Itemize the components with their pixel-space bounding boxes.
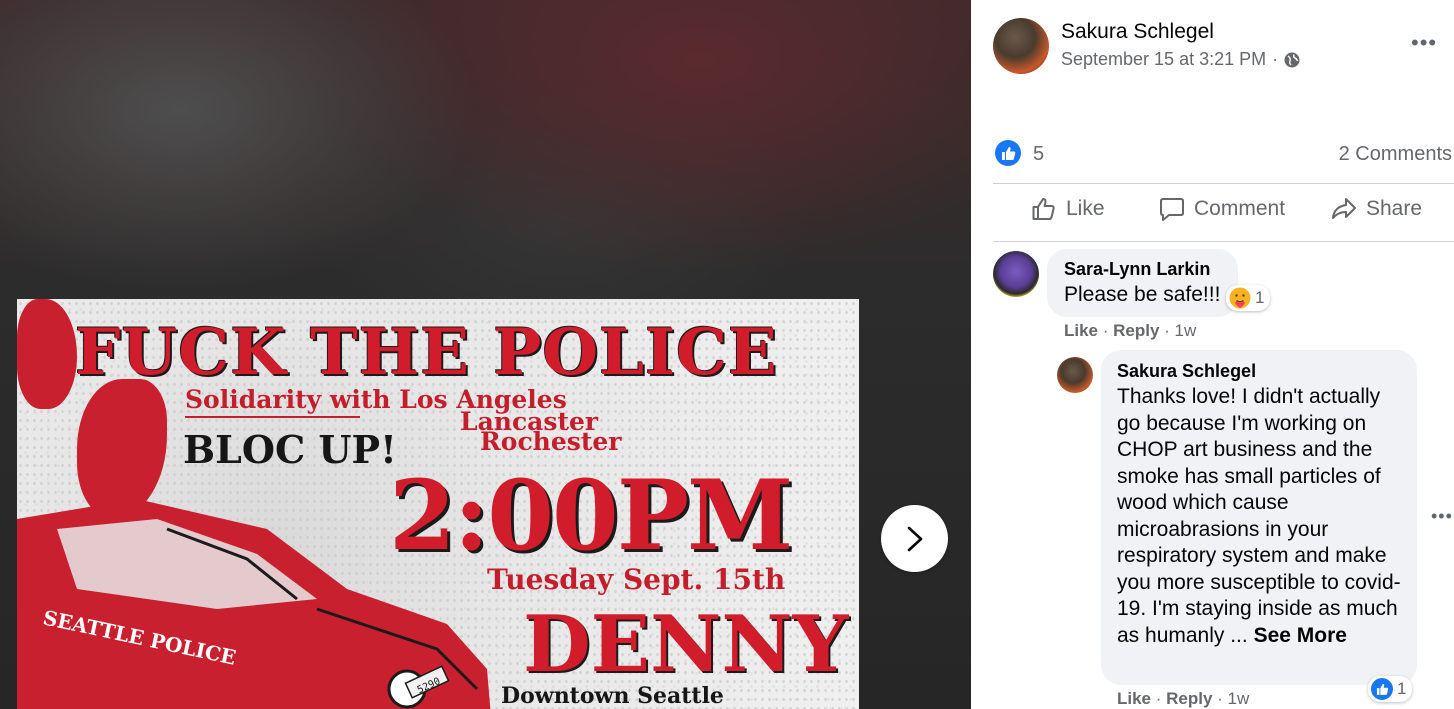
comment-button[interactable]: Comment [1159, 196, 1285, 222]
poster-headline: FUCK THE POLICE [75, 315, 778, 390]
reaction-count: 1 [1397, 679, 1407, 698]
comment-like-link[interactable]: Like [1064, 321, 1098, 340]
poster-date: Tuesday Sept. 15th [487, 563, 786, 596]
action-separator: · [1098, 321, 1114, 340]
like-reaction-icon [1371, 678, 1393, 700]
like-label: Like [1066, 197, 1105, 220]
poster-city: Rochester [480, 427, 622, 456]
poster-time: 2:00PM [389, 459, 793, 572]
share-button[interactable]: Share [1331, 196, 1422, 222]
photo-viewer: 5290 SEATTLE POLICE FUCK THE POLICE Soli… [0, 0, 971, 709]
like-button[interactable]: Like [1031, 196, 1105, 222]
poster-downtown: Downtown Seattle [501, 683, 724, 709]
underline-divider [185, 416, 360, 418]
share-label: Share [1366, 197, 1423, 220]
commenter-name[interactable]: Sara-Lynn Larkin [1064, 259, 1210, 280]
poster-place: DENNY PARK [523, 599, 859, 690]
comment-reaction[interactable]: 1 [1226, 285, 1271, 311]
next-photo-button[interactable] [881, 505, 948, 572]
comment-age[interactable]: 1w [1175, 321, 1197, 340]
post-meta: September 15 at 3:21 PM · [1061, 49, 1300, 70]
replier-avatar[interactable] [1057, 357, 1093, 393]
meta-separator: · [1272, 49, 1279, 69]
post-photo: 5290 SEATTLE POLICE FUCK THE POLICE Soli… [17, 299, 859, 709]
action-separator: · [1212, 689, 1228, 708]
like-reaction-icon[interactable] [995, 140, 1021, 166]
action-separator: · [1159, 321, 1175, 340]
comment-bubble-icon [1160, 198, 1184, 221]
replier-name[interactable]: Sakura Schlegel [1117, 361, 1256, 382]
reply-like-link[interactable]: Like [1117, 689, 1151, 708]
like-count[interactable]: 5 [1033, 143, 1044, 166]
care-emoji-icon [1229, 287, 1251, 309]
reply-age[interactable]: 1w [1228, 689, 1250, 708]
globe-icon [1284, 52, 1300, 67]
reply-body: Thanks love! I didn't actually go becaus… [1117, 385, 1401, 647]
comment-actions: Like · Reply · 1w [1064, 321, 1196, 341]
post-timestamp[interactable]: September 15 at 3:21 PM [1061, 49, 1266, 70]
comment-options-icon[interactable]: ••• [1431, 506, 1453, 527]
paint-splatter [17, 299, 77, 409]
post-side-panel: Sakura Schlegel September 15 at 3:21 PM … [971, 0, 1454, 709]
see-more-link[interactable]: See More [1254, 624, 1347, 647]
share-arrow-icon [1332, 198, 1356, 219]
reply-text: Thanks love! I didn't actually go becaus… [1117, 384, 1407, 649]
comment-reply-link[interactable]: Reply [1113, 321, 1159, 340]
divider [993, 183, 1454, 184]
thumbs-up-icon [1032, 198, 1055, 220]
comment-label: Comment [1194, 197, 1286, 220]
comments-count[interactable]: 2 Comments [1339, 143, 1452, 166]
poster-bloc-up: BLOC UP! [183, 427, 397, 472]
reply-actions: Like · Reply · 1w [1117, 689, 1249, 709]
divider [993, 241, 1454, 242]
author-name[interactable]: Sakura Schlegel [1061, 20, 1214, 44]
reply-reaction[interactable]: 1 [1368, 676, 1413, 702]
reaction-count: 1 [1255, 288, 1265, 307]
commenter-avatar[interactable] [993, 251, 1039, 297]
more-options-icon[interactable]: ••• [1411, 30, 1437, 56]
action-separator: · [1151, 689, 1167, 708]
reply-reply-link[interactable]: Reply [1166, 689, 1212, 708]
comment-text: Please be safe!!! [1064, 283, 1221, 306]
author-avatar[interactable] [993, 18, 1049, 74]
chevron-right-icon [907, 526, 922, 551]
